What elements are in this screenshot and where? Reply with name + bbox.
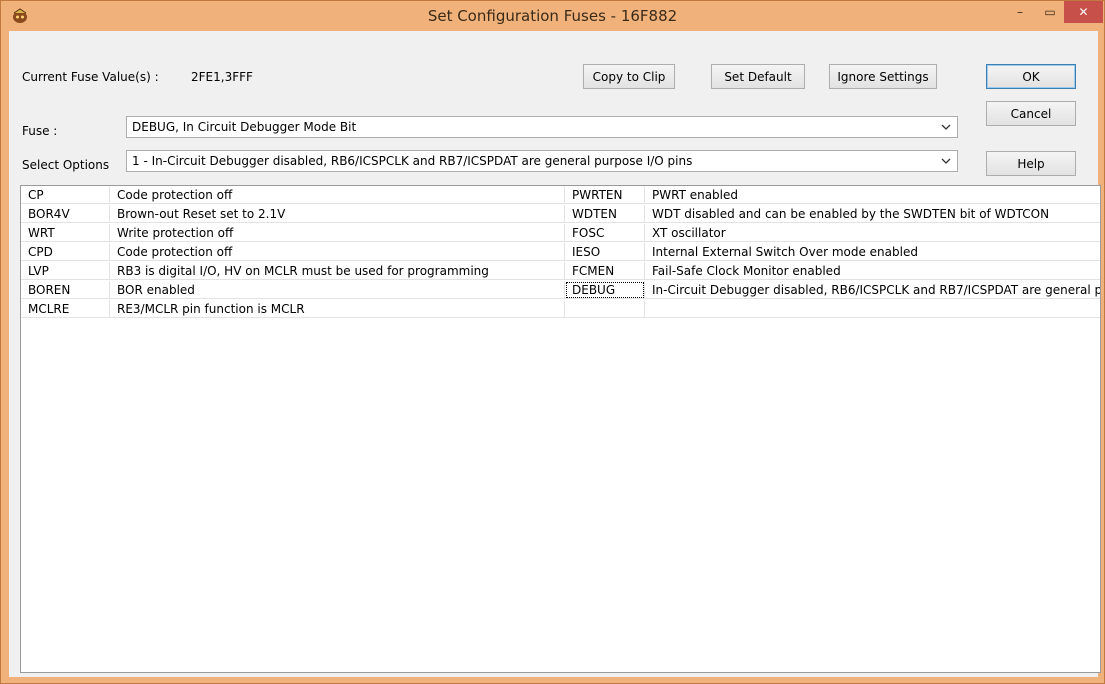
options-dropdown-value: 1 - In-Circuit Debugger disabled, RB6/IC… <box>132 154 693 168</box>
ignore-settings-button[interactable]: Ignore Settings <box>829 64 937 89</box>
fuse-setting-cell[interactable]: BOR enabled <box>110 281 565 299</box>
help-button[interactable]: Help <box>986 151 1076 176</box>
ok-button[interactable]: OK <box>986 64 1076 89</box>
fuse-setting-cell[interactable]: Fail-Safe Clock Monitor enabled <box>645 262 1100 280</box>
fuse-name-cell[interactable]: LVP <box>21 262 110 280</box>
table-row[interactable]: BOR4V Brown-out Reset set to 2.1V WDTEN WDT… <box>21 205 1100 223</box>
fuse-dropdown-value: DEBUG, In Circuit Debugger Mode Bit <box>132 120 357 134</box>
current-fuse-label: Current Fuse Value(s) : <box>22 70 159 84</box>
fuse-name-cell[interactable]: IESO <box>565 243 645 261</box>
fuse-setting-cell[interactable]: RE3/MCLR pin function is MCLR <box>110 300 565 318</box>
chevron-down-icon <box>939 120 953 134</box>
title-bar[interactable]: Set Configuration Fuses - 16F882 – ▭ ✕ <box>1 1 1104 31</box>
chevron-down-icon <box>939 154 953 168</box>
fuse-setting-cell[interactable]: PWRT enabled <box>645 186 1100 204</box>
fuse-name-cell[interactable]: CPD <box>21 243 110 261</box>
fuse-setting-cell[interactable]: Write protection off <box>110 224 565 242</box>
cancel-button[interactable]: Cancel <box>986 101 1076 126</box>
table-row[interactable]: LVP RB3 is digital I/O, HV on MCLR must b… <box>21 262 1100 280</box>
fuse-name-cell[interactable]: WRT <box>21 224 110 242</box>
window-title: Set Configuration Fuses - 16F882 <box>427 7 678 25</box>
fuse-name-cell[interactable]: DEBUG <box>565 281 645 299</box>
fuse-label: Fuse : <box>22 124 58 138</box>
table-row[interactable]: CP Code protection off PWRTEN PWRT enabled <box>21 186 1100 204</box>
fuse-setting-cell[interactable]: In-Circuit Debugger disabled, RB6/ICSPCL… <box>645 281 1100 299</box>
maximize-icon: ▭ <box>1044 5 1056 19</box>
fuse-name-cell[interactable]: PWRTEN <box>565 186 645 204</box>
close-icon: ✕ <box>1078 5 1089 19</box>
copy-to-clip-button[interactable]: Copy to Clip <box>583 64 675 89</box>
fuse-name-cell[interactable] <box>565 300 645 318</box>
fuse-name-cell[interactable]: MCLRE <box>21 300 110 318</box>
fuse-setting-cell[interactable]: XT oscillator <box>645 224 1100 242</box>
fuse-name-cell[interactable]: BOREN <box>21 281 110 299</box>
table-row[interactable]: CPD Code protection off IESO Internal Exter… <box>21 243 1100 261</box>
fuse-setting-cell[interactable]: Code protection off <box>110 243 565 261</box>
current-fuse-value: 2FE1,3FFF <box>191 70 253 84</box>
fuse-setting-cell[interactable]: Internal External Switch Over mode enabl… <box>645 243 1100 261</box>
fuse-name-cell[interactable]: FOSC <box>565 224 645 242</box>
config-fuses-window: Set Configuration Fuses - 16F882 – ▭ ✕ C… <box>0 0 1105 684</box>
fuse-dropdown[interactable]: DEBUG, In Circuit Debugger Mode Bit <box>126 116 958 138</box>
fuse-grid[interactable]: CP Code protection off PWRTEN PWRT enabled B… <box>20 185 1101 673</box>
close-button[interactable]: ✕ <box>1064 1 1103 23</box>
minimize-button[interactable]: – <box>1005 1 1035 23</box>
minimize-icon: – <box>1017 5 1023 19</box>
options-dropdown[interactable]: 1 - In-Circuit Debugger disabled, RB6/IC… <box>126 150 958 172</box>
set-default-button[interactable]: Set Default <box>711 64 805 89</box>
fuse-name-cell[interactable]: FCMEN <box>565 262 645 280</box>
maximize-button[interactable]: ▭ <box>1036 1 1064 23</box>
fuse-setting-cell[interactable] <box>645 300 1100 318</box>
fuse-setting-cell[interactable]: WDT disabled and can be enabled by the S… <box>645 205 1100 223</box>
table-row[interactable]: MCLRE RE3/MCLR pin function is MCLR <box>21 300 1100 318</box>
fuse-name-cell[interactable]: CP <box>21 186 110 204</box>
table-row[interactable]: BOREN BOR enabled DEBUG In-Circuit Debugger… <box>21 281 1100 299</box>
fuse-setting-cell[interactable]: RB3 is digital I/O, HV on MCLR must be u… <box>110 262 565 280</box>
fuse-setting-cell[interactable]: Code protection off <box>110 186 565 204</box>
select-options-label: Select Options <box>22 158 110 172</box>
fuse-name-cell[interactable]: WDTEN <box>565 205 645 223</box>
table-row[interactable]: WRT Write protection off FOSC XT oscillator <box>21 224 1100 242</box>
fuse-name-cell[interactable]: BOR4V <box>21 205 110 223</box>
fuse-setting-cell[interactable]: Brown-out Reset set to 2.1V <box>110 205 565 223</box>
